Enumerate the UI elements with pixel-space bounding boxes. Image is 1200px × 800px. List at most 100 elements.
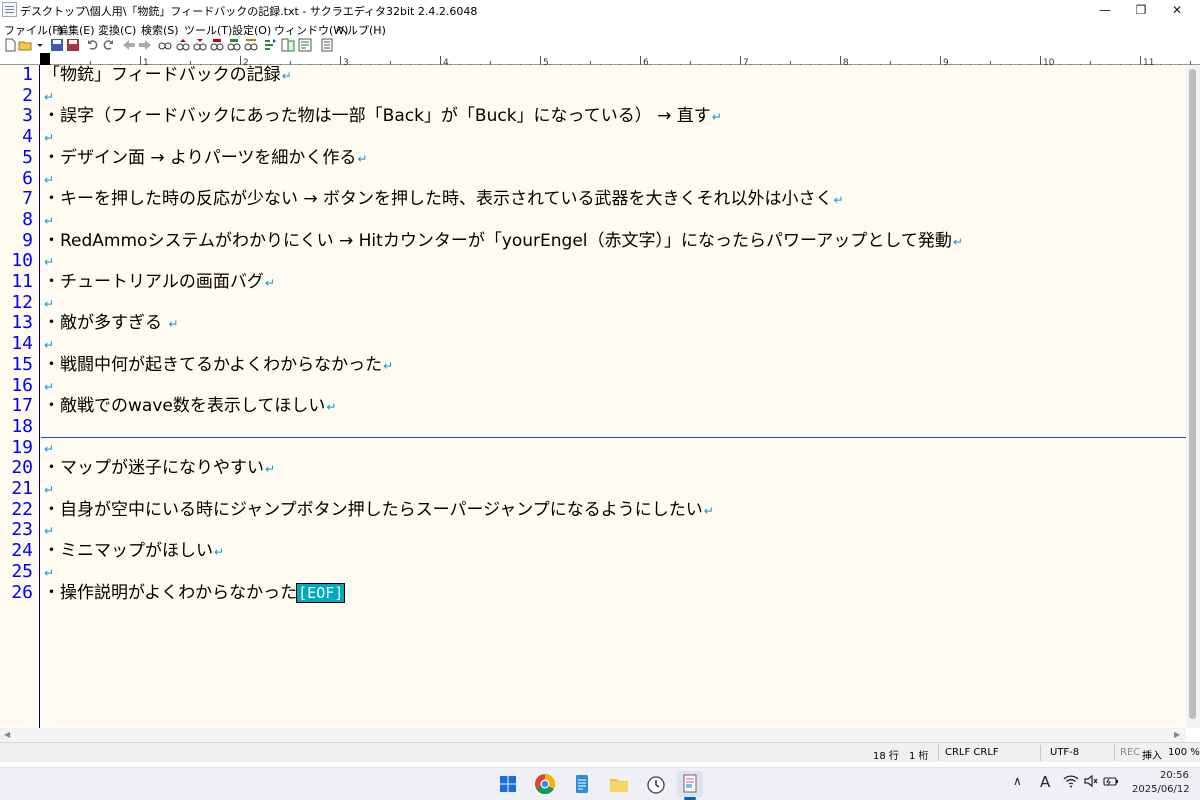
status-insert-mode[interactable]: 挿入 <box>1142 747 1162 762</box>
text-line[interactable]: 「物銃」フィードバックの記録↵ <box>43 65 292 86</box>
text-line[interactable]: ・敵が多すぎる ↵ <box>43 313 178 334</box>
open-folder-icon[interactable] <box>18 38 32 52</box>
windows-start-icon[interactable] <box>495 771 521 797</box>
line-number[interactable]: 25 <box>0 561 33 583</box>
menu-settings[interactable]: 設定(O) <box>232 22 271 38</box>
scroll-right-arrow-icon[interactable]: ▶ <box>1174 728 1180 742</box>
menu-tools[interactable]: ツール(T) <box>184 22 232 38</box>
line-number[interactable]: 12 <box>0 292 33 314</box>
text-line[interactable]: ↵ <box>43 334 54 355</box>
line-number-gutter[interactable]: 1 2 3 4 5 6 7 8 9 10 11 12 13 14 15 16 17 18 19 20 21 22 23 24 2… <box>0 64 40 728</box>
menu-search[interactable]: 検索(S) <box>141 22 179 38</box>
preview-icon[interactable] <box>298 38 312 52</box>
column-ruler[interactable]: 01234567891011 <box>0 53 1200 68</box>
text-line[interactable]: ↵ <box>43 479 54 500</box>
ime-indicator[interactable]: A <box>1040 773 1050 791</box>
text-line[interactable]: ・操作説明がよくわからなかった[EOF] <box>43 582 346 604</box>
clock-app-icon[interactable] <box>643 771 669 797</box>
new-file-icon[interactable] <box>3 38 17 52</box>
line-number[interactable]: 16 <box>0 375 33 397</box>
vertical-scrollbar[interactable] <box>1186 65 1200 728</box>
line-number[interactable]: 8 <box>0 209 33 231</box>
line-number[interactable]: 2 <box>0 85 33 107</box>
status-column[interactable]: 1 桁 <box>909 747 929 762</box>
print-icon[interactable] <box>320 38 334 52</box>
text-line[interactable]: ↵ <box>43 169 54 190</box>
line-number[interactable]: 17 <box>0 395 33 417</box>
text-line[interactable]: ↵ <box>43 293 54 314</box>
line-number[interactable]: 14 <box>0 333 33 355</box>
battery-icon[interactable] <box>1102 772 1120 790</box>
replace-icon[interactable] <box>210 38 224 52</box>
line-number[interactable]: 11 <box>0 271 33 293</box>
line-number[interactable]: 6 <box>0 168 33 190</box>
save-icon[interactable] <box>50 38 64 52</box>
line-number[interactable]: 19 <box>0 437 33 459</box>
status-row[interactable]: 18 行 <box>873 747 899 762</box>
status-newline[interactable]: CRLF CRLF <box>945 747 999 758</box>
compare-icon[interactable] <box>281 38 295 52</box>
grep-icon[interactable] <box>227 38 241 52</box>
text-line[interactable]: ・戦闘中何が起きてるかよくわからなかった↵ <box>43 355 393 376</box>
line-number[interactable]: 24 <box>0 540 33 562</box>
text-editor[interactable]: 1 2 3 4 5 6 7 8 9 10 11 12 13 14 15 16 17 18 19 20 21 22 23 24 2… <box>0 64 1186 728</box>
line-number[interactable]: 22 <box>0 499 33 521</box>
redo-icon[interactable] <box>101 38 115 52</box>
text-line[interactable]: ↵ <box>43 562 54 583</box>
chrome-icon[interactable] <box>532 771 558 797</box>
line-number[interactable]: 20 <box>0 458 33 479</box>
file-explorer-icon[interactable] <box>606 771 632 797</box>
line-number[interactable]: 7 <box>0 188 33 210</box>
text-line[interactable]: ・マップが迷子になりやすい↵ <box>43 458 275 479</box>
line-number[interactable]: 9 <box>0 230 33 252</box>
line-number[interactable]: 21 <box>0 478 33 500</box>
outline-icon[interactable] <box>263 38 277 52</box>
line-number[interactable]: 18 <box>0 416 33 438</box>
sakura-editor-icon[interactable] <box>677 771 703 797</box>
clock-time[interactable]: 20:56 <box>1160 770 1189 781</box>
title-bar[interactable]: デスクトップ\個人用\「物銃」フィードバックの記録.txt - サクラエディタ3… <box>0 0 1200 20</box>
text-line[interactable]: ↵ <box>43 86 54 107</box>
speaker-icon[interactable] <box>1082 772 1100 790</box>
text-line[interactable]: ↵ <box>43 376 54 397</box>
tray-overflow-chevron[interactable]: ∧ <box>1013 774 1022 788</box>
text-line[interactable]: ・デザイン面 → よりパーツを細かく作る↵ <box>43 148 367 169</box>
text-line[interactable]: ・チュートリアルの画面バグ↵ <box>43 272 275 293</box>
dropdown-icon[interactable] <box>33 38 43 52</box>
sakura-app-icon[interactable] <box>2 2 17 17</box>
line-number[interactable]: 15 <box>0 354 33 376</box>
line-number[interactable]: 5 <box>0 147 33 169</box>
search-prev-icon[interactable] <box>176 38 190 52</box>
line-number[interactable]: 1 <box>0 64 33 86</box>
line-number[interactable]: 4 <box>0 126 33 148</box>
forward-icon[interactable] <box>138 38 152 52</box>
line-number[interactable]: 3 <box>0 106 33 127</box>
text-line[interactable]: ・RedAmmoシステムがわかりにくい → Hitカウンターが「yourEnge… <box>43 231 963 252</box>
scroll-left-arrow-icon[interactable]: ◀ <box>4 728 10 742</box>
text-line[interactable]: ↵ <box>43 251 54 272</box>
text-line[interactable]: ↵ <box>43 438 54 459</box>
search-icon[interactable] <box>158 38 172 52</box>
menu-edit[interactable]: 編集(E) <box>57 22 95 38</box>
status-zoom[interactable]: 100 % <box>1168 747 1200 758</box>
menu-help[interactable]: ヘルプ(H) <box>336 22 386 38</box>
horizontal-scrollbar[interactable]: ◀ ▶ <box>0 728 1186 742</box>
menu-file[interactable]: ファイル(F) <box>4 22 63 38</box>
clock-date[interactable]: 2025/06/12 <box>1132 784 1190 795</box>
undo-icon[interactable] <box>86 38 100 52</box>
text-line[interactable]: ・キーを押した時の反応が少ない → ボタンを押した時、表示されている武器を大きく… <box>43 189 844 210</box>
notepad-icon[interactable] <box>569 771 595 797</box>
vertical-scroll-thumb[interactable] <box>1189 69 1196 719</box>
line-number[interactable]: 26 <box>0 582 33 604</box>
text-area[interactable]: 「物銃」フィードバックの記録↵ ↵ ・誤字（フィードバックにあった物は一部「Back… <box>41 65 1186 728</box>
save-all-icon[interactable] <box>66 38 80 52</box>
text-line[interactable]: ・敵戦でのwave数を表示してほしい↵ <box>43 396 336 417</box>
text-line[interactable]: ↵ <box>43 127 54 148</box>
jump-icon[interactable] <box>244 38 258 52</box>
close-button[interactable]: ✕ <box>1154 0 1200 20</box>
line-number[interactable]: 23 <box>0 520 33 541</box>
status-encoding[interactable]: UTF-8 <box>1050 747 1079 758</box>
text-line[interactable]: ・自身が空中にいる時にジャンプボタン押したらスーパージャンプになるようにしたい↵ <box>43 500 714 521</box>
text-line[interactable]: ・ミニマップがほしい↵ <box>43 541 224 562</box>
search-next-icon[interactable] <box>193 38 207 52</box>
